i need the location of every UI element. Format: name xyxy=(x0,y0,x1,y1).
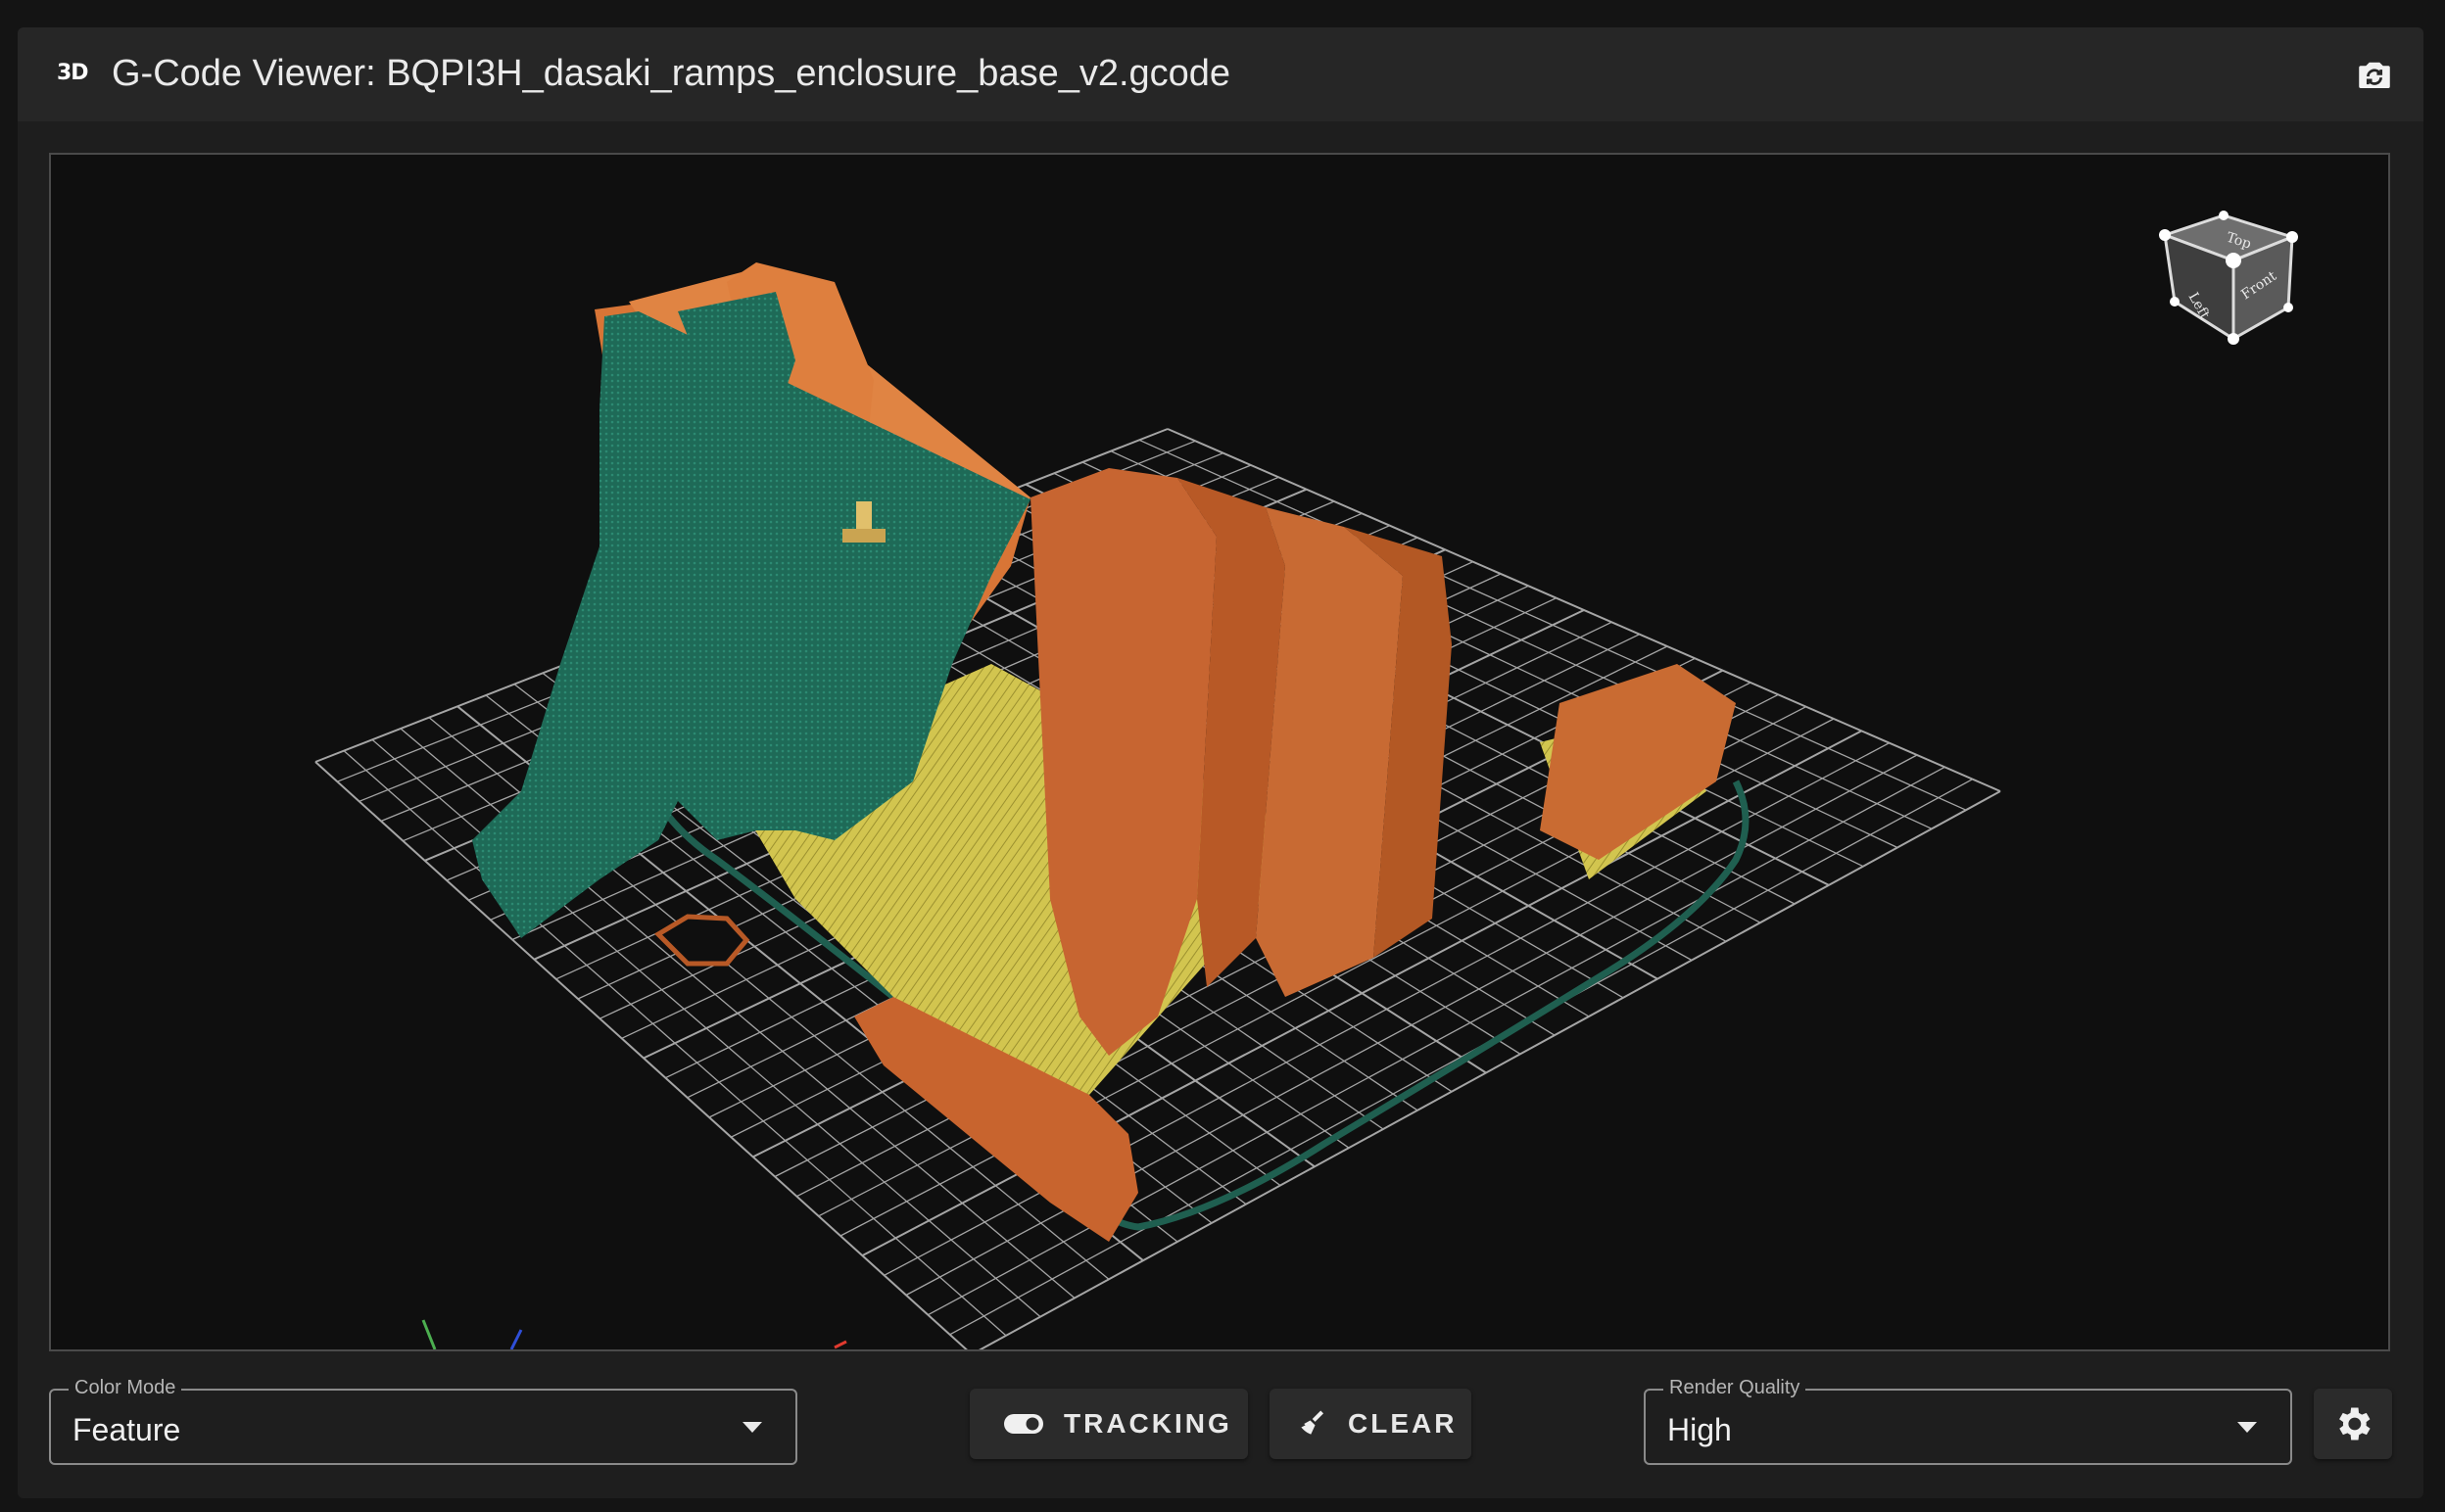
nav-cube[interactable]: Top Left Front xyxy=(2155,198,2312,354)
viewer-title: G-Code Viewer: BQPI3H_dasaki_ramps_enclo… xyxy=(112,53,1231,94)
3d-viewport[interactable]: Top Left Front xyxy=(49,153,2390,1351)
toggle-icon xyxy=(1004,1414,1043,1434)
screenshot-button[interactable] xyxy=(2351,51,2398,98)
render-quality-label: Render Quality xyxy=(1663,1377,1806,1399)
tracking-button[interactable]: TRACKING xyxy=(970,1389,1248,1459)
axis-x xyxy=(834,1340,847,1349)
hex-hole xyxy=(653,914,750,967)
settings-button[interactable] xyxy=(2314,1389,2392,1459)
clear-button[interactable]: CLEAR xyxy=(1270,1389,1471,1459)
color-mode-label: Color Mode xyxy=(69,1377,182,1399)
camera-rotate-icon xyxy=(2359,62,2390,88)
viewer-header: 3D G-Code Viewer: BQPI3H_dasaki_ramps_en… xyxy=(18,27,2423,121)
broom-icon xyxy=(1301,1410,1324,1435)
render-quality-value: High xyxy=(1667,1412,1732,1447)
chevron-down-icon xyxy=(743,1422,762,1433)
color-mode-value: Feature xyxy=(72,1412,181,1447)
chevron-down-icon xyxy=(2237,1422,2257,1433)
color-mode-select[interactable]: Color Mode Feature xyxy=(49,1377,797,1465)
axis-y xyxy=(421,1319,437,1349)
gcode-viewer-card: 3D G-Code Viewer: BQPI3H_dasaki_ramps_en… xyxy=(18,27,2423,1498)
3d-badge-icon: 3D xyxy=(57,61,89,85)
axis-z xyxy=(509,1329,523,1349)
base-wall-right xyxy=(1540,664,1736,860)
render-quality-select[interactable]: Render Quality High xyxy=(1644,1377,2292,1465)
tracking-label: TRACKING xyxy=(1064,1408,1232,1439)
gear-icon xyxy=(2339,1407,2371,1441)
nozzle-base xyxy=(842,529,886,543)
gcode-scene[interactable] xyxy=(51,155,2388,1349)
clear-label: CLEAR xyxy=(1348,1408,1458,1439)
